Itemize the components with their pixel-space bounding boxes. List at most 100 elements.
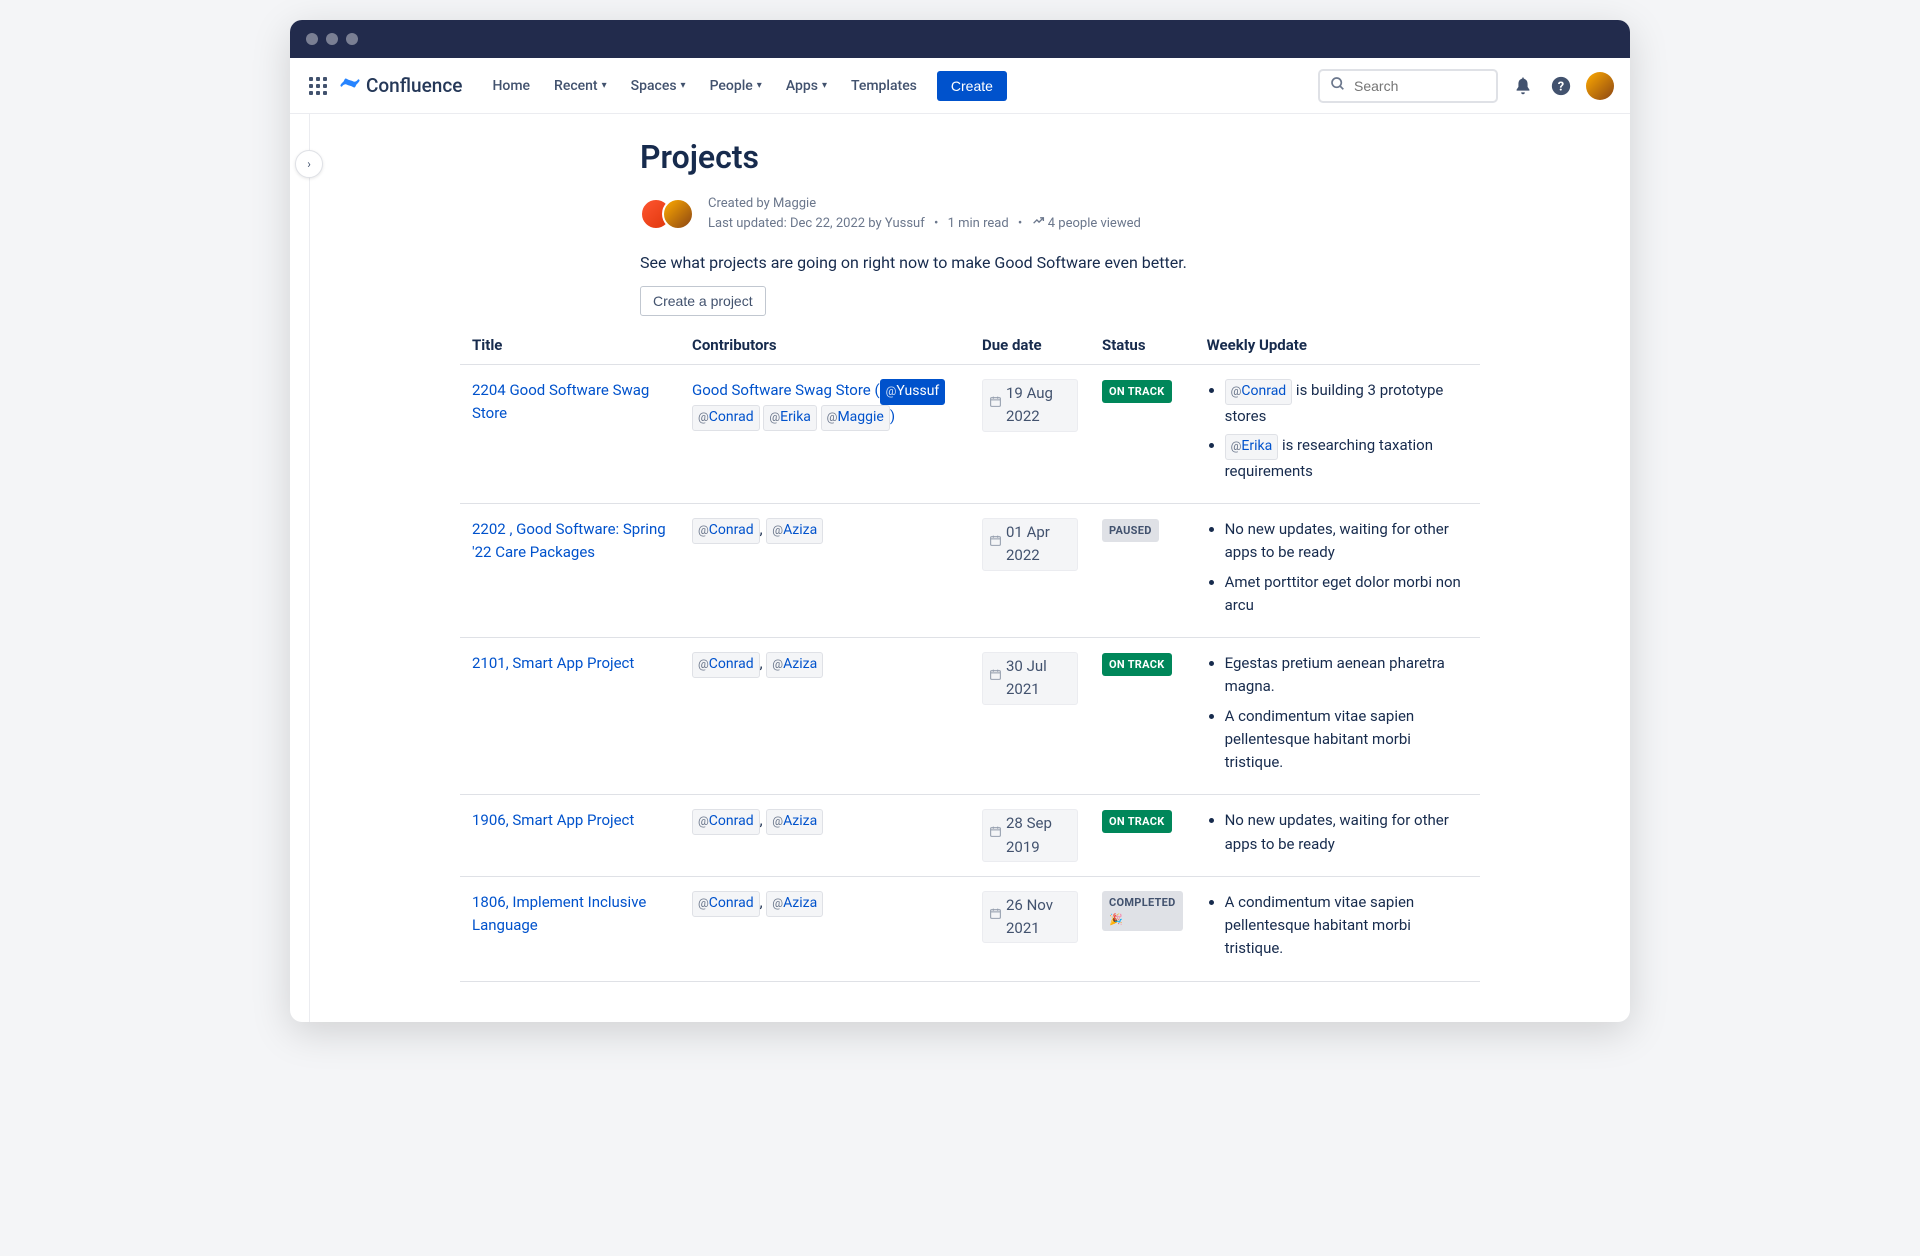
table-row: 2101, Smart App Project @Conrad, @Aziza30… (460, 638, 1480, 795)
chevron-down-icon: ▾ (681, 80, 686, 91)
byline: Created by Maggie Last updated: Dec 22, … (640, 194, 1480, 233)
user-mention[interactable]: @Conrad (692, 518, 760, 544)
user-mention[interactable]: @Aziza (766, 652, 823, 678)
weekly-update-cell: @Conrad is building 3 prototype stores @E… (1195, 365, 1480, 504)
notifications-icon[interactable] (1510, 73, 1536, 99)
due-date[interactable]: 26 Nov 2021 (982, 891, 1078, 944)
contributors-cell: @Conrad, @Aziza (680, 795, 970, 877)
due-date[interactable]: 19 Aug 2022 (982, 379, 1078, 432)
update-item: No new updates, waiting for other apps t… (1225, 518, 1468, 565)
read-time: 1 min read (948, 216, 1009, 231)
search-box[interactable] (1318, 69, 1498, 103)
top-nav: Confluence HomeRecent▾Spaces▾People▾Apps… (290, 58, 1630, 114)
create-button[interactable]: Create (937, 71, 1007, 101)
update-item: Amet porttitor eget dolor morbi non arcu (1225, 571, 1468, 618)
user-mention[interactable]: @Yussuf (880, 379, 946, 405)
nav-item-templates[interactable]: Templates (841, 72, 927, 100)
window-titlebar (290, 20, 1630, 58)
due-date[interactable]: 01 Apr 2022 (982, 518, 1078, 571)
user-mention[interactable]: @Conrad (692, 652, 760, 678)
calendar-icon (989, 395, 1002, 415)
product-logo[interactable]: Confluence (340, 73, 462, 98)
user-mention[interactable]: @Erika (763, 405, 817, 431)
status-badge: PAUSED (1102, 519, 1159, 542)
nav-right: ? (1318, 69, 1614, 103)
col-due: Due date (970, 326, 1090, 365)
due-date[interactable]: 28 Sep 2019 (982, 809, 1078, 862)
chevron-down-icon: ▾ (822, 80, 827, 91)
project-title-link[interactable]: 2202 , Good Software: Spring '22 Care Pa… (472, 520, 666, 561)
updated-text: Last updated: Dec 22, 2022 by Yussuf (708, 216, 925, 231)
table-row: 1906, Smart App Project @Conrad, @Aziza28… (460, 795, 1480, 877)
contrib-prefix[interactable]: Good Software Swag Store ( (692, 381, 880, 399)
user-mention[interactable]: @Conrad (1225, 379, 1293, 405)
content-area: › Projects Created by Maggie Last update… (290, 114, 1630, 1022)
project-title-link[interactable]: 2101, Smart App Project (472, 654, 634, 672)
window-max-dot[interactable] (346, 33, 358, 45)
update-item: Egestas pretium aenean pharetra magna. (1225, 652, 1468, 699)
analytics-icon (1032, 214, 1045, 234)
byline-text: Created by Maggie Last updated: Dec 22, … (708, 194, 1141, 233)
table-row: 1806, Implement Inclusive Language @Conra… (460, 876, 1480, 981)
project-title-link[interactable]: 1906, Smart App Project (472, 811, 634, 829)
status-badge: ON TRACK (1102, 380, 1172, 403)
status-badge: ON TRACK (1102, 653, 1172, 676)
project-title-link[interactable]: 1806, Implement Inclusive Language (472, 893, 646, 934)
created-by: Created by Maggie (708, 194, 1141, 214)
nav-item-apps[interactable]: Apps▾ (776, 72, 837, 100)
status-badge: COMPLETED 🎉 (1102, 891, 1183, 931)
weekly-update-cell: No new updates, waiting for other apps t… (1195, 795, 1480, 877)
project-title-link[interactable]: 2204 Good Software Swag Store (472, 381, 649, 422)
update-item: A condimentum vitae sapien pellentesque … (1225, 705, 1468, 775)
nav-item-home[interactable]: Home (482, 72, 540, 100)
help-icon[interactable]: ? (1548, 73, 1574, 99)
contributors-cell: @Conrad, @Aziza (680, 638, 970, 795)
contributors-cell: Good Software Swag Store (@Yussuf @Conra… (680, 365, 970, 504)
update-item: @Erika is researching taxation requireme… (1225, 434, 1468, 483)
user-mention[interactable]: @Aziza (766, 518, 823, 544)
window-min-dot[interactable] (326, 33, 338, 45)
window-close-dot[interactable] (306, 33, 318, 45)
col-contributors: Contributors (680, 326, 970, 365)
col-status: Status (1090, 326, 1195, 365)
views[interactable]: 4 people viewed (1048, 216, 1141, 231)
confluence-icon (340, 73, 360, 98)
contrib-suffix: ) (890, 407, 895, 425)
nav-item-recent[interactable]: Recent▾ (544, 72, 617, 100)
chevron-down-icon: ▾ (757, 80, 762, 91)
user-mention[interactable]: @Conrad (692, 809, 760, 835)
create-project-button[interactable]: Create a project (640, 286, 766, 316)
due-date[interactable]: 30 Jul 2021 (982, 652, 1078, 705)
sidebar-expand-handle[interactable]: › (295, 150, 323, 178)
user-mention[interactable]: @Aziza (766, 809, 823, 835)
calendar-icon (989, 907, 1002, 927)
contributors-cell: @Conrad, @Aziza (680, 504, 970, 638)
projects-table: Title Contributors Due date Status Weekl… (460, 326, 1480, 981)
page-title: Projects (640, 138, 1480, 176)
status-badge: ON TRACK (1102, 810, 1172, 833)
user-mention[interactable]: @Erika (1225, 434, 1279, 460)
weekly-update-cell: No new updates, waiting for other apps t… (1195, 504, 1480, 638)
app-switcher-icon[interactable] (306, 74, 330, 98)
nav-item-spaces[interactable]: Spaces▾ (621, 72, 696, 100)
user-mention[interactable]: @Conrad (692, 891, 760, 917)
nav-item-people[interactable]: People▾ (700, 72, 772, 100)
search-icon (1330, 76, 1346, 96)
contributor-avatars[interactable] (640, 198, 694, 230)
profile-avatar[interactable] (1586, 72, 1614, 100)
col-weekly: Weekly Update (1195, 326, 1480, 365)
update-item: A condimentum vitae sapien pellentesque … (1225, 891, 1468, 961)
calendar-icon (989, 534, 1002, 554)
nav-items: HomeRecent▾Spaces▾People▾Apps▾Templates (482, 72, 926, 100)
calendar-icon (989, 825, 1002, 845)
table-row: 2204 Good Software Swag Store Good Softwa… (460, 365, 1480, 504)
avatar (662, 198, 694, 230)
user-mention[interactable]: @Aziza (766, 891, 823, 917)
user-mention[interactable]: @Maggie (821, 405, 890, 431)
user-mention[interactable]: @Conrad (692, 405, 760, 431)
col-title: Title (460, 326, 680, 365)
update-item: @Conrad is building 3 prototype stores (1225, 379, 1468, 428)
update-item: No new updates, waiting for other apps t… (1225, 809, 1468, 856)
search-input[interactable] (1354, 78, 1486, 94)
page-intro: See what projects are going on right now… (640, 253, 1480, 272)
